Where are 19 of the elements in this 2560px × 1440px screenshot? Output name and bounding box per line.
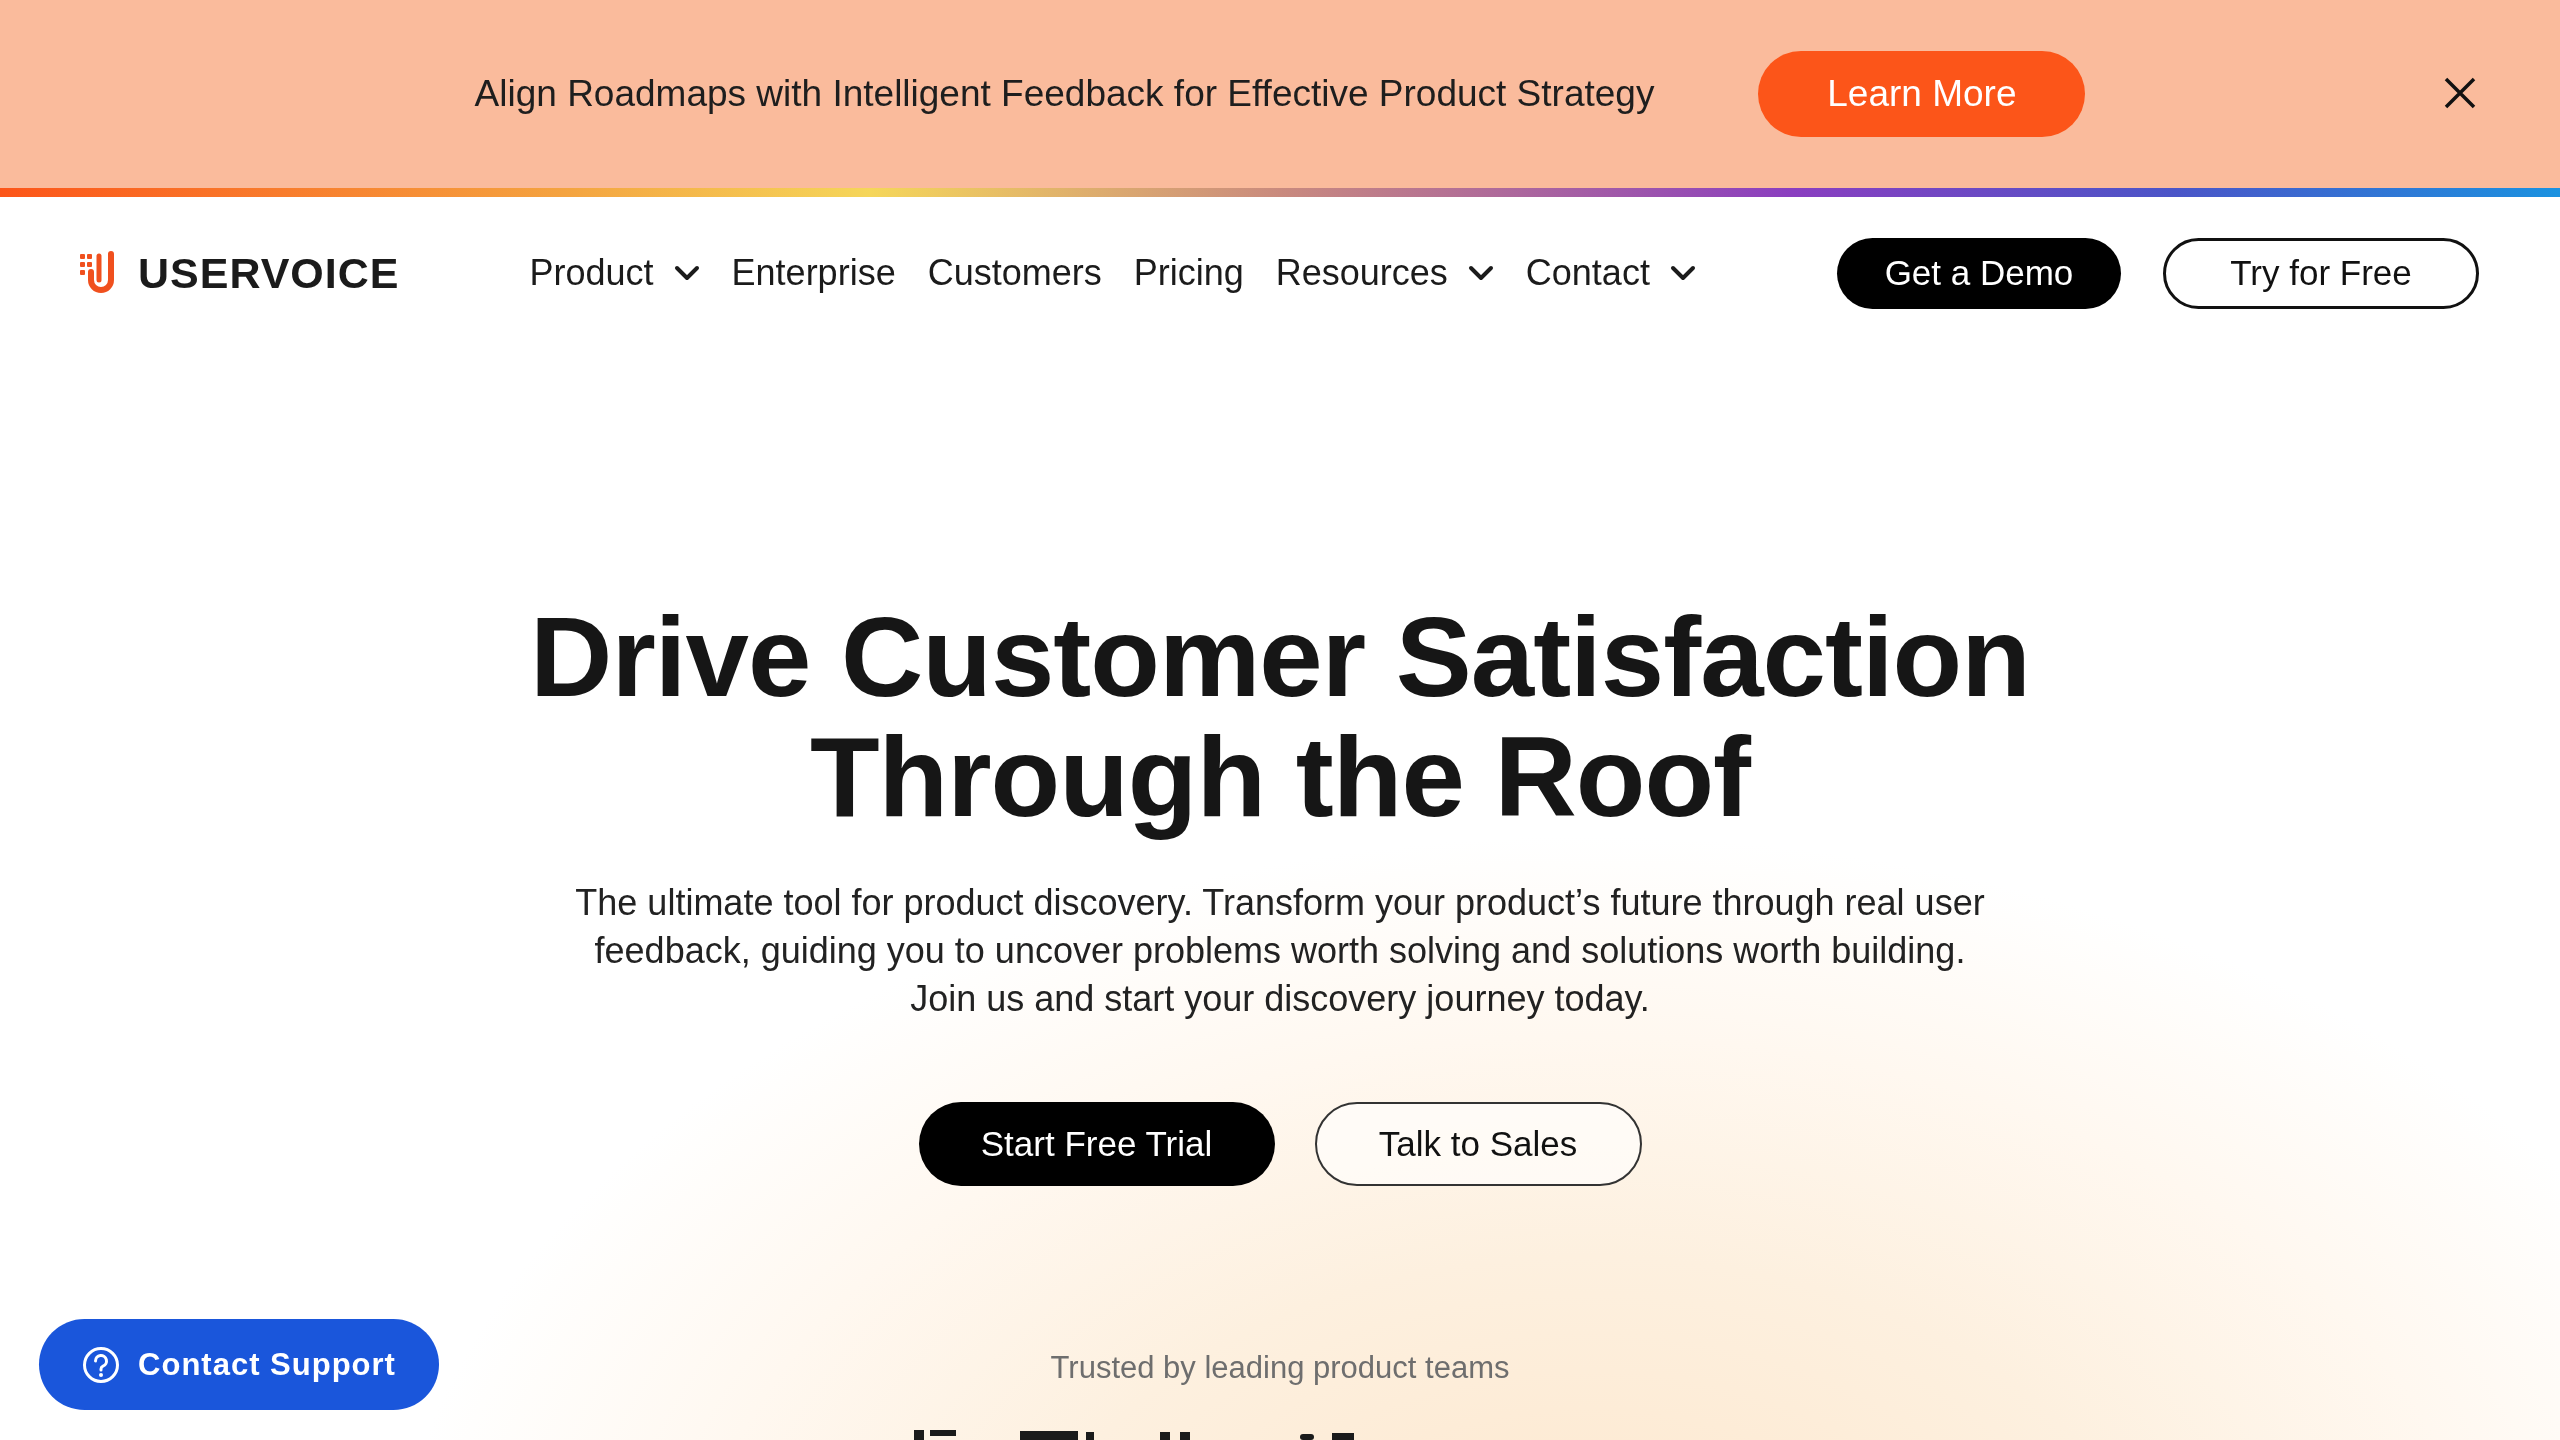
nav-link[interactable]: Pricing	[1133, 252, 1244, 294]
try-free-button[interactable]: Try for Free	[2163, 237, 2479, 309]
nav-link[interactable]: Resources	[1275, 252, 1494, 294]
logo-icon[interactable]	[78, 250, 114, 296]
hero-description: The ultimate tool for product discovery. Transform your product’s future through real user feedback, guiding you to uncover problems worth solving and solutions worth building. Join us and start your discovery journey today.	[575, 881, 1985, 1021]
brand-name[interactable]: USERVOICE	[138, 248, 400, 298]
hero-title: Drive Customer Satisfaction Through the Roof	[529, 592, 2031, 842]
trusted-caption: Trusted by leading product teams	[1050, 1350, 1510, 1386]
demo-button[interactable]: Get a Demo	[1837, 237, 2121, 309]
start-trial-button[interactable]: Start Free Trial	[918, 1102, 1275, 1186]
announcement-text: Align Roadmaps with Intelligent Feedback for Effective Product Strategy	[474, 73, 1655, 115]
talk-to-sales-button[interactable]: Talk to Sales	[1314, 1102, 1642, 1186]
contact-support-button[interactable]: Contact Support	[39, 1319, 439, 1410]
nav-link[interactable]: Customers	[927, 252, 1102, 294]
nav-link[interactable]: Product	[529, 252, 700, 294]
help-icon	[82, 1345, 121, 1384]
close-icon[interactable]	[2444, 77, 2476, 109]
nav-link[interactable]: Contact	[1525, 252, 1696, 294]
nav-link[interactable]: Enterprise	[731, 252, 896, 294]
